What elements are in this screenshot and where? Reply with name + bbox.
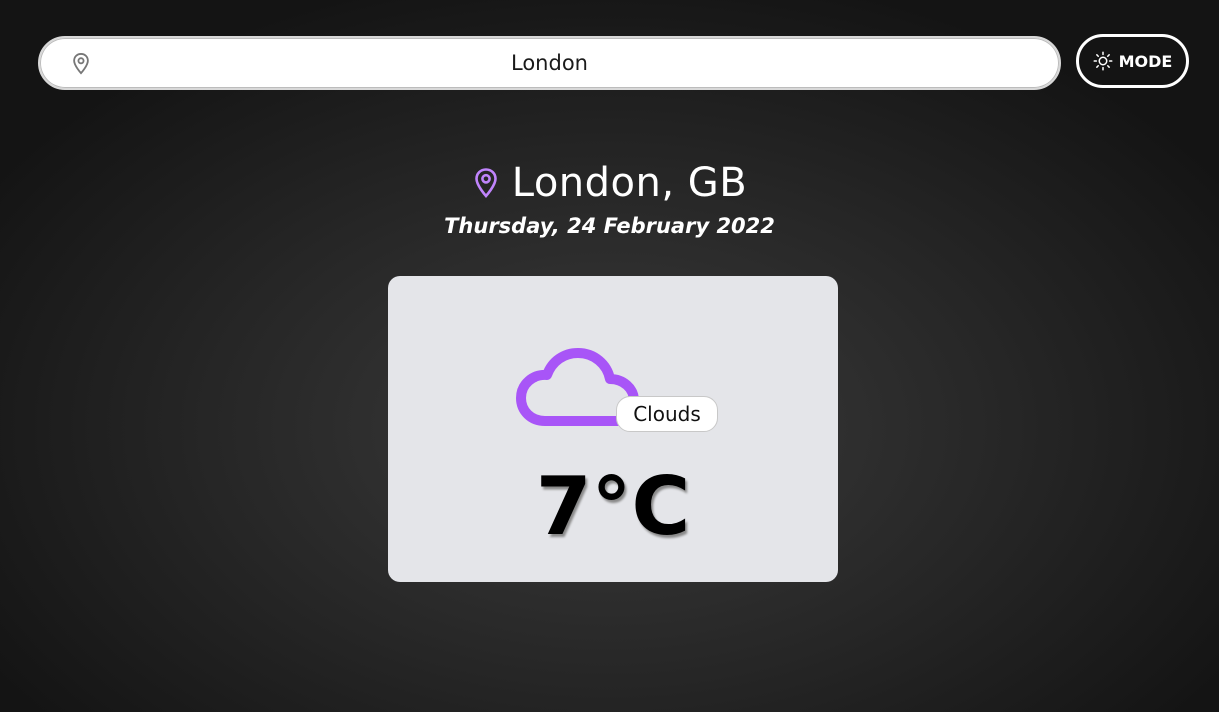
city-name: London, GB xyxy=(511,160,748,206)
temperature: 7°C xyxy=(535,460,691,553)
location-heading: London, GB xyxy=(0,160,1219,206)
mode-button-label: MODE xyxy=(1118,51,1173,71)
weather-card: Clouds 7°C xyxy=(388,276,838,582)
search-input[interactable] xyxy=(110,38,1039,88)
current-date: Thursday, 24 February 2022 xyxy=(444,214,775,238)
weather-condition-badge: Clouds xyxy=(616,396,718,432)
location-pin-icon xyxy=(474,168,497,198)
mode-toggle-button[interactable]: MODE xyxy=(1076,34,1189,88)
sun-icon xyxy=(1093,51,1113,71)
location-pin-icon xyxy=(73,52,89,75)
search-bar[interactable] xyxy=(38,36,1061,90)
